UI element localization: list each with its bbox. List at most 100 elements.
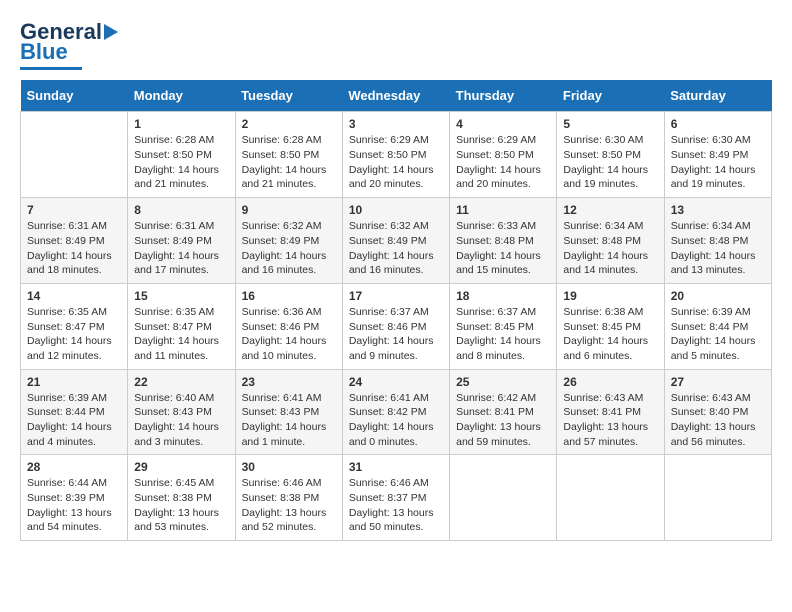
calendar-cell: 25Sunrise: 6:42 AM Sunset: 8:41 PM Dayli… xyxy=(450,369,557,455)
day-number: 5 xyxy=(563,117,657,131)
day-number: 17 xyxy=(349,289,443,303)
day-info: Sunrise: 6:30 AM Sunset: 8:50 PM Dayligh… xyxy=(563,133,657,192)
calendar-cell: 24 Sunrise: 6:41 AM Sunset: 8:42 PM Dayli… xyxy=(342,369,449,455)
day-info: Sunrise: 6:41 AM Sunset: 8:43 PM Dayligh… xyxy=(242,391,336,450)
day-info: Sunrise: 6:37 AM Sunset: 8:45 PM Dayligh… xyxy=(456,305,550,364)
day-info: Sunrise: 6:36 AM Sunset: 8:46 PM Dayligh… xyxy=(242,305,336,364)
day-info: Sunrise: 6:43 AM Sunset: 8:41 PM Dayligh… xyxy=(563,391,657,450)
day-number: 1 xyxy=(134,117,228,131)
day-number: 2 xyxy=(242,117,336,131)
header: General Blue xyxy=(20,20,772,70)
logo: General Blue xyxy=(20,20,126,70)
calendar-cell: 22 Sunrise: 6:40 AM Sunset: 8:43 PM Dayli… xyxy=(128,369,235,455)
calendar-cell: 8Sunrise: 6:31 AM Sunset: 8:49 PM Daylig… xyxy=(128,198,235,284)
day-number: 27 xyxy=(671,375,765,389)
day-info: Sunrise: 6:41 AM Sunset: 8:42 PM Dayligh… xyxy=(349,391,443,450)
col-header-tuesday: Tuesday xyxy=(235,80,342,112)
calendar-cell: 2 Sunrise: 6:28 AM Sunset: 8:50 PM Daylig… xyxy=(235,112,342,198)
calendar-cell: 7 Sunrise: 6:31 AM Sunset: 8:49 PM Daylig… xyxy=(21,198,128,284)
day-number: 26 xyxy=(563,375,657,389)
day-number: 10 xyxy=(349,203,443,217)
day-info: Sunrise: 6:34 AM Sunset: 8:48 PM Dayligh… xyxy=(563,219,657,278)
calendar-cell: 5 Sunrise: 6:30 AM Sunset: 8:50 PM Daylig… xyxy=(557,112,664,198)
calendar-cell: 10 Sunrise: 6:32 AM Sunset: 8:49 PM Dayli… xyxy=(342,198,449,284)
day-info: Sunrise: 6:40 AM Sunset: 8:43 PM Dayligh… xyxy=(134,391,228,450)
calendar-cell: 23 Sunrise: 6:41 AM Sunset: 8:43 PM Dayli… xyxy=(235,369,342,455)
logo-arrow-icon xyxy=(104,22,126,42)
calendar-cell: 29Sunrise: 6:45 AM Sunset: 8:38 PM Dayli… xyxy=(128,455,235,541)
calendar-cell: 18 Sunrise: 6:37 AM Sunset: 8:45 PM Dayli… xyxy=(450,283,557,369)
day-info: Sunrise: 6:35 AM Sunset: 8:47 PM Dayligh… xyxy=(134,305,228,364)
day-number: 12 xyxy=(563,203,657,217)
day-number: 16 xyxy=(242,289,336,303)
col-header-monday: Monday xyxy=(128,80,235,112)
col-header-saturday: Saturday xyxy=(664,80,771,112)
day-info: Sunrise: 6:46 AM Sunset: 8:37 PM Dayligh… xyxy=(349,476,443,535)
day-info: Sunrise: 6:32 AM Sunset: 8:49 PM Dayligh… xyxy=(349,219,443,278)
day-info: Sunrise: 6:34 AM Sunset: 8:48 PM Dayligh… xyxy=(671,219,765,278)
week-row-1: 1 Sunrise: 6:28 AM Sunset: 8:50 PM Daylig… xyxy=(21,112,772,198)
calendar-cell: 31 Sunrise: 6:46 AM Sunset: 8:37 PM Dayli… xyxy=(342,455,449,541)
calendar-cell: 30 Sunrise: 6:46 AM Sunset: 8:38 PM Dayli… xyxy=(235,455,342,541)
day-number: 30 xyxy=(242,460,336,474)
week-row-4: 21 Sunrise: 6:39 AM Sunset: 8:44 PM Dayli… xyxy=(21,369,772,455)
calendar-cell: 26 Sunrise: 6:43 AM Sunset: 8:41 PM Dayli… xyxy=(557,369,664,455)
day-number: 15 xyxy=(134,289,228,303)
day-number: 28 xyxy=(27,460,121,474)
day-info: Sunrise: 6:44 AM Sunset: 8:39 PM Dayligh… xyxy=(27,476,121,535)
logo-underline xyxy=(20,67,82,70)
day-number: 29 xyxy=(134,460,228,474)
day-info: Sunrise: 6:39 AM Sunset: 8:44 PM Dayligh… xyxy=(671,305,765,364)
day-info: Sunrise: 6:39 AM Sunset: 8:44 PM Dayligh… xyxy=(27,391,121,450)
day-info: Sunrise: 6:35 AM Sunset: 8:47 PM Dayligh… xyxy=(27,305,121,364)
calendar-table: SundayMondayTuesdayWednesdayThursdayFrid… xyxy=(20,80,772,541)
day-info: Sunrise: 6:43 AM Sunset: 8:40 PM Dayligh… xyxy=(671,391,765,450)
day-info: Sunrise: 6:31 AM Sunset: 8:49 PM Dayligh… xyxy=(27,219,121,278)
day-number: 14 xyxy=(27,289,121,303)
calendar-cell: 11 Sunrise: 6:33 AM Sunset: 8:48 PM Dayli… xyxy=(450,198,557,284)
week-row-3: 14 Sunrise: 6:35 AM Sunset: 8:47 PM Dayli… xyxy=(21,283,772,369)
day-number: 7 xyxy=(27,203,121,217)
day-number: 23 xyxy=(242,375,336,389)
calendar-cell: 1 Sunrise: 6:28 AM Sunset: 8:50 PM Daylig… xyxy=(128,112,235,198)
day-number: 18 xyxy=(456,289,550,303)
calendar-cell: 9Sunrise: 6:32 AM Sunset: 8:49 PM Daylig… xyxy=(235,198,342,284)
calendar-cell: 17 Sunrise: 6:37 AM Sunset: 8:46 PM Dayli… xyxy=(342,283,449,369)
day-number: 24 xyxy=(349,375,443,389)
day-info: Sunrise: 6:46 AM Sunset: 8:38 PM Dayligh… xyxy=(242,476,336,535)
day-number: 25 xyxy=(456,375,550,389)
day-info: Sunrise: 6:30 AM Sunset: 8:49 PM Dayligh… xyxy=(671,133,765,192)
calendar-cell: 21 Sunrise: 6:39 AM Sunset: 8:44 PM Dayli… xyxy=(21,369,128,455)
day-info: Sunrise: 6:33 AM Sunset: 8:48 PM Dayligh… xyxy=(456,219,550,278)
day-info: Sunrise: 6:28 AM Sunset: 8:50 PM Dayligh… xyxy=(134,133,228,192)
logo-blue: Blue xyxy=(20,40,68,64)
calendar-cell: 6Sunrise: 6:30 AM Sunset: 8:49 PM Daylig… xyxy=(664,112,771,198)
day-info: Sunrise: 6:37 AM Sunset: 8:46 PM Dayligh… xyxy=(349,305,443,364)
col-header-sunday: Sunday xyxy=(21,80,128,112)
day-number: 3 xyxy=(349,117,443,131)
week-row-2: 7 Sunrise: 6:31 AM Sunset: 8:49 PM Daylig… xyxy=(21,198,772,284)
col-header-friday: Friday xyxy=(557,80,664,112)
day-info: Sunrise: 6:38 AM Sunset: 8:45 PM Dayligh… xyxy=(563,305,657,364)
day-info: Sunrise: 6:29 AM Sunset: 8:50 PM Dayligh… xyxy=(349,133,443,192)
calendar-cell: 27 Sunrise: 6:43 AM Sunset: 8:40 PM Dayli… xyxy=(664,369,771,455)
calendar-cell: 20 Sunrise: 6:39 AM Sunset: 8:44 PM Dayli… xyxy=(664,283,771,369)
calendar-cell xyxy=(21,112,128,198)
day-number: 4 xyxy=(456,117,550,131)
calendar-cell: 19 Sunrise: 6:38 AM Sunset: 8:45 PM Dayli… xyxy=(557,283,664,369)
calendar-cell: 3 Sunrise: 6:29 AM Sunset: 8:50 PM Daylig… xyxy=(342,112,449,198)
week-row-5: 28 Sunrise: 6:44 AM Sunset: 8:39 PM Dayli… xyxy=(21,455,772,541)
day-number: 20 xyxy=(671,289,765,303)
calendar-cell: 4Sunrise: 6:29 AM Sunset: 8:50 PM Daylig… xyxy=(450,112,557,198)
header-row: SundayMondayTuesdayWednesdayThursdayFrid… xyxy=(21,80,772,112)
day-number: 22 xyxy=(134,375,228,389)
day-info: Sunrise: 6:28 AM Sunset: 8:50 PM Dayligh… xyxy=(242,133,336,192)
day-number: 11 xyxy=(456,203,550,217)
day-number: 31 xyxy=(349,460,443,474)
day-number: 8 xyxy=(134,203,228,217)
day-number: 21 xyxy=(27,375,121,389)
calendar-cell: 14 Sunrise: 6:35 AM Sunset: 8:47 PM Dayli… xyxy=(21,283,128,369)
col-header-wednesday: Wednesday xyxy=(342,80,449,112)
calendar-cell: 13Sunrise: 6:34 AM Sunset: 8:48 PM Dayli… xyxy=(664,198,771,284)
day-number: 19 xyxy=(563,289,657,303)
